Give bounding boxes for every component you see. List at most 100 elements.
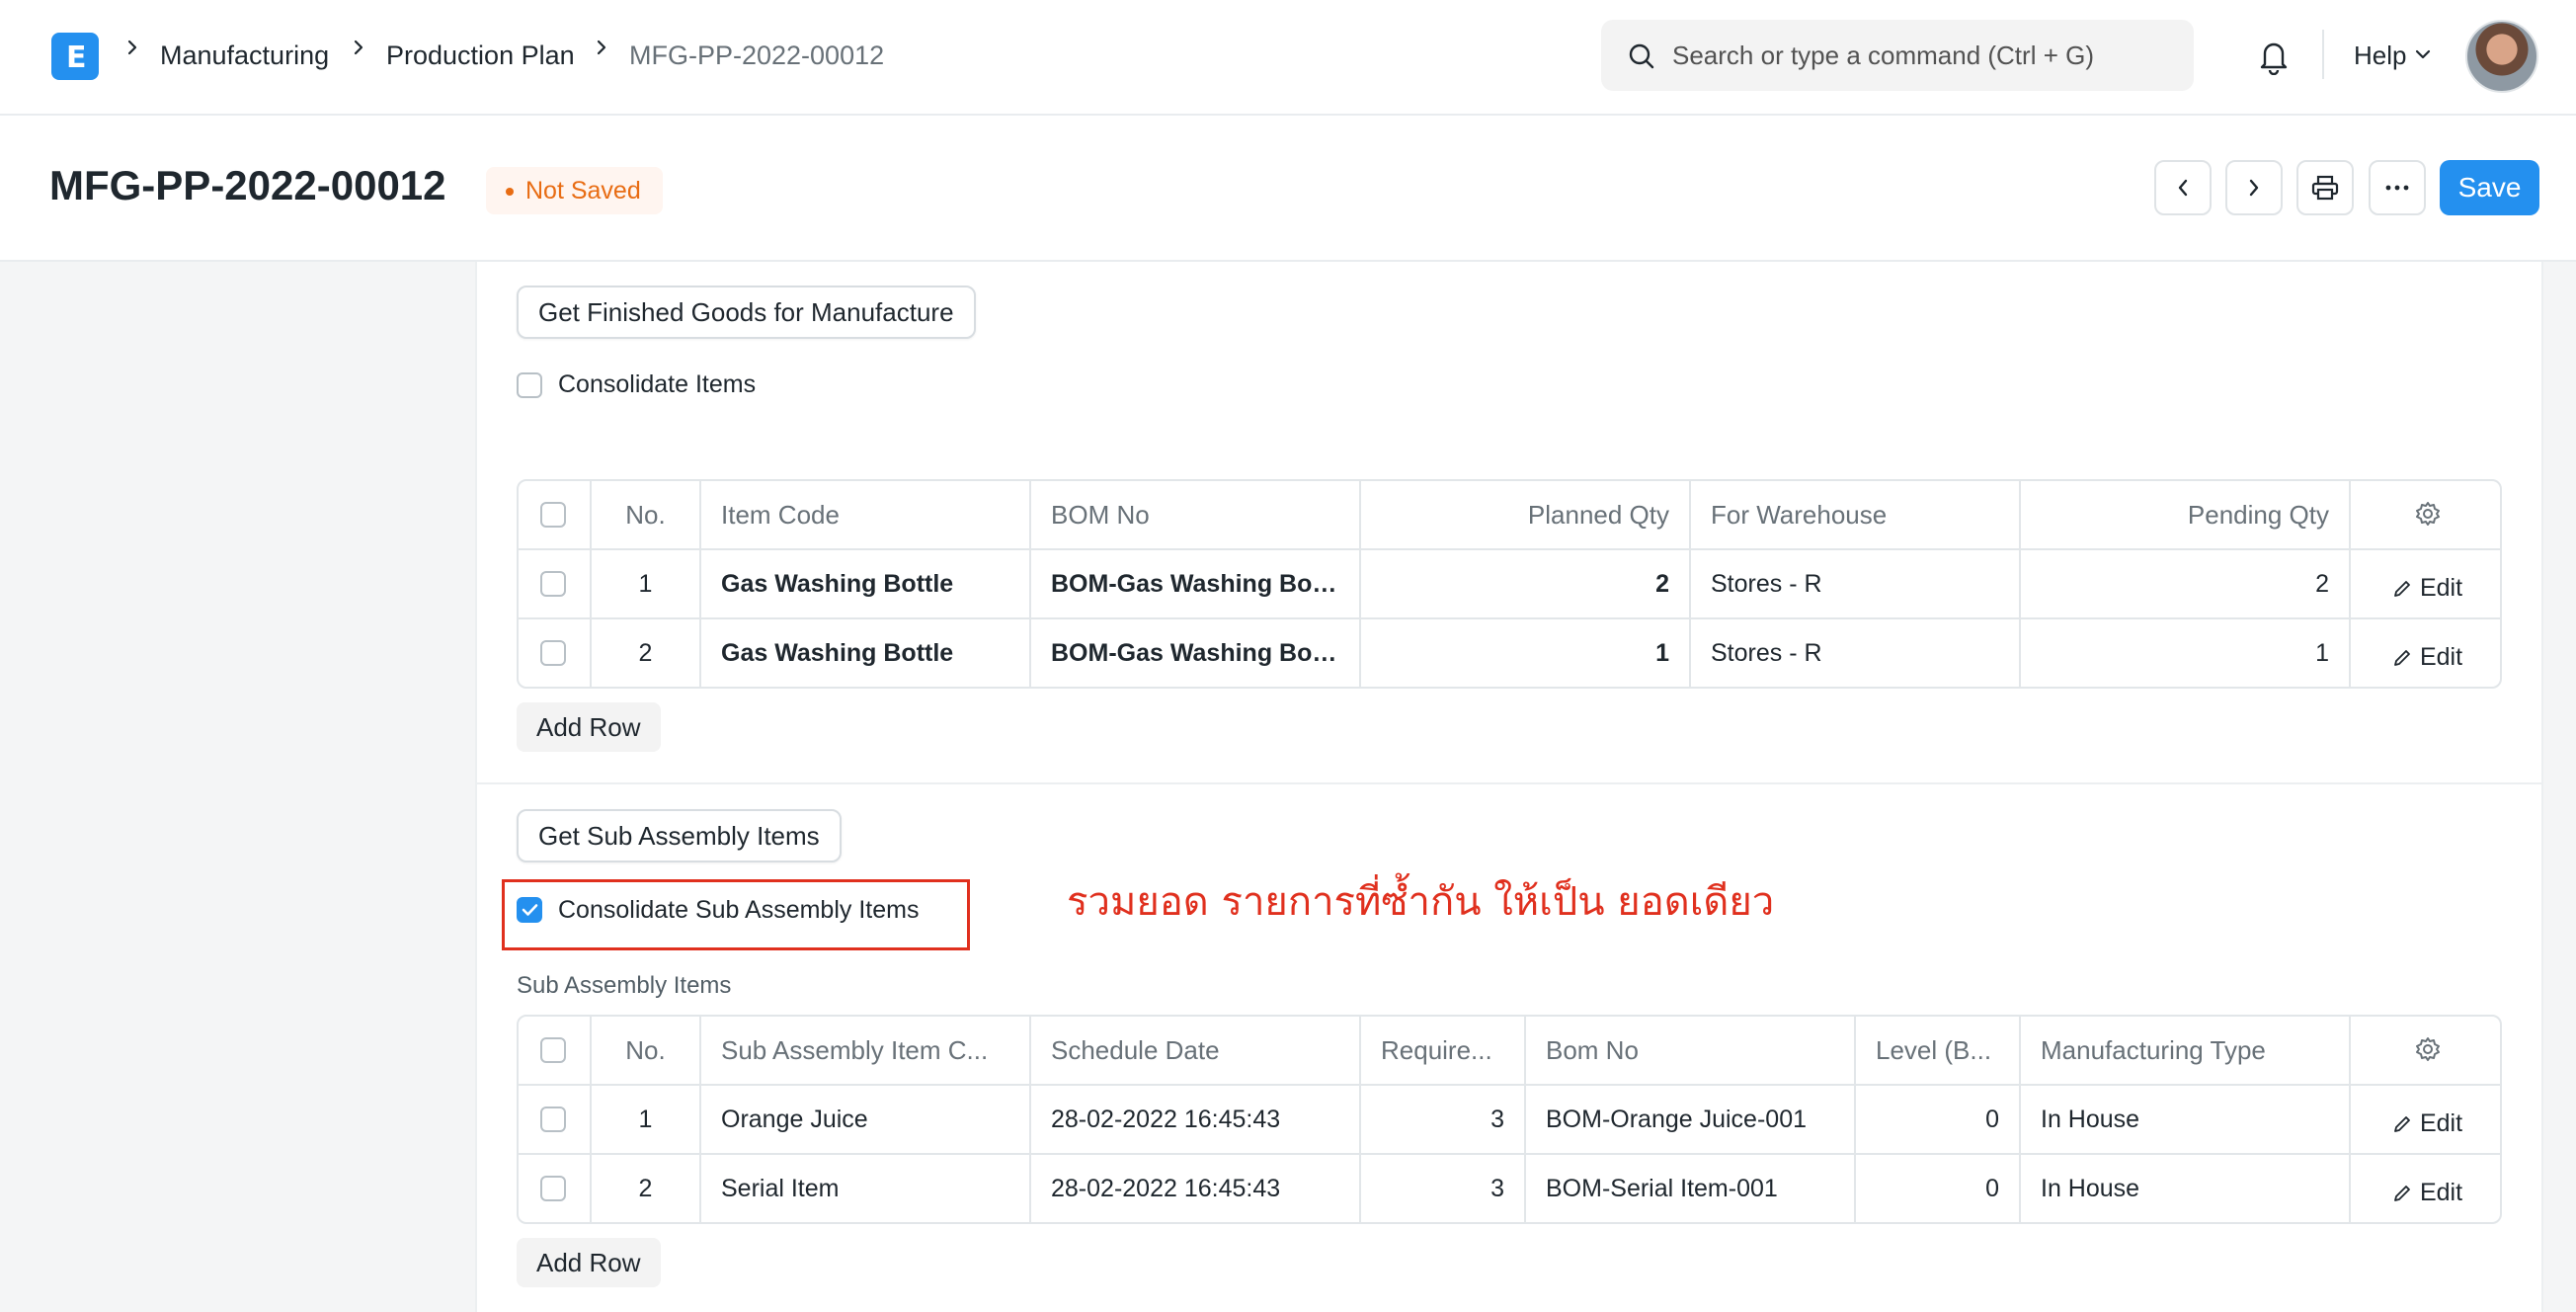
column-header: Schedule Date bbox=[1029, 1017, 1359, 1084]
more-actions-button[interactable] bbox=[2369, 160, 2426, 215]
form-card: Get Finished Goods for Manufacture Conso… bbox=[475, 262, 2543, 1312]
chevron-right-icon bbox=[352, 38, 365, 57]
table-row[interactable]: 2 Gas Washing Bottle BOM-Gas Washing Bot… bbox=[519, 617, 2500, 687]
row-number: 2 bbox=[590, 1155, 699, 1222]
nav-divider bbox=[2322, 30, 2324, 79]
sub-assembly-table: No. Sub Assembly Item C... Schedule Date… bbox=[517, 1015, 2502, 1224]
row-number: 2 bbox=[590, 619, 699, 687]
column-header: Require... bbox=[1359, 1017, 1524, 1084]
column-settings-button[interactable] bbox=[2349, 481, 2500, 548]
level-cell: 0 bbox=[1854, 1155, 2019, 1222]
edit-label: Edit bbox=[2419, 1109, 2463, 1137]
help-menu[interactable]: Help bbox=[2354, 38, 2406, 73]
consolidate-items-checkbox[interactable] bbox=[517, 372, 542, 398]
planned-qty-cell[interactable]: 2 bbox=[1359, 550, 1689, 617]
item-code-cell[interactable]: Gas Washing Bottle bbox=[699, 619, 1029, 687]
chevron-right-icon bbox=[595, 38, 608, 57]
select-all-checkbox[interactable] bbox=[540, 502, 566, 528]
bom-no-cell[interactable]: BOM-Gas Washing Bot... bbox=[1029, 619, 1359, 687]
app-logo[interactable]: E bbox=[51, 33, 99, 80]
warehouse-cell[interactable]: Stores - R bbox=[1689, 550, 2019, 617]
search-bar[interactable] bbox=[1601, 20, 2194, 91]
table-row[interactable]: 1 Gas Washing Bottle BOM-Gas Washing Bot… bbox=[519, 548, 2500, 617]
edit-row-button[interactable]: Edit bbox=[2349, 1086, 2500, 1153]
bom-no-cell[interactable]: BOM-Orange Juice-001 bbox=[1524, 1086, 1854, 1153]
page-title: MFG-PP-2022-00012 bbox=[49, 162, 446, 208]
edit-label: Edit bbox=[2419, 574, 2463, 602]
row-number: 1 bbox=[590, 1086, 699, 1153]
item-code-cell[interactable]: Gas Washing Bottle bbox=[699, 550, 1029, 617]
sub-assembly-item-cell[interactable]: Orange Juice bbox=[699, 1086, 1029, 1153]
get-finished-goods-button[interactable]: Get Finished Goods for Manufacture bbox=[517, 286, 976, 339]
gear-icon bbox=[2415, 502, 2440, 526]
sub-assembly-item-cell[interactable]: Serial Item bbox=[699, 1155, 1029, 1222]
navbar: E Manufacturing Production Plan MFG-PP-2… bbox=[0, 0, 2576, 116]
edit-label: Edit bbox=[2419, 643, 2463, 671]
edit-row-button[interactable]: Edit bbox=[2349, 550, 2500, 617]
consolidate-sub-assembly-label: Consolidate Sub Assembly Items bbox=[558, 896, 920, 924]
annotation-text: รวมยอด รายการที่ซ้ำกัน ให้เป็น ยอดเดียว bbox=[1067, 879, 1775, 925]
finished-goods-table: No. Item Code BOM No Planned Qty For War… bbox=[517, 479, 2502, 689]
page-header: MFG-PP-2022-00012 Not Saved Save bbox=[0, 116, 2576, 262]
column-header: BOM No bbox=[1029, 481, 1359, 548]
chevron-right-icon bbox=[125, 38, 139, 57]
column-header: No. bbox=[590, 1017, 699, 1084]
column-header: Sub Assembly Item C... bbox=[699, 1017, 1029, 1084]
bom-no-cell[interactable]: BOM-Serial Item-001 bbox=[1524, 1155, 1854, 1222]
chevron-right-icon bbox=[2249, 179, 2259, 197]
column-header: Level (B... bbox=[1854, 1017, 2019, 1084]
search-input[interactable] bbox=[1672, 36, 2166, 75]
table-row[interactable]: 1 Orange Juice 28-02-2022 16:45:43 3 BOM… bbox=[519, 1084, 2500, 1153]
consolidate-sub-assembly-checkbox[interactable] bbox=[517, 897, 542, 923]
column-header: Planned Qty bbox=[1359, 481, 1689, 548]
column-header: Bom No bbox=[1524, 1017, 1854, 1084]
row-checkbox[interactable] bbox=[540, 1176, 566, 1201]
section-divider bbox=[477, 782, 2541, 784]
schedule-date-cell[interactable]: 28-02-2022 16:45:43 bbox=[1029, 1155, 1359, 1222]
edit-row-button[interactable]: Edit bbox=[2349, 619, 2500, 687]
column-settings-button[interactable] bbox=[2349, 1017, 2500, 1084]
row-number: 1 bbox=[590, 550, 699, 617]
required-qty-cell[interactable]: 3 bbox=[1359, 1086, 1524, 1153]
table-header-row: No. Sub Assembly Item C... Schedule Date… bbox=[519, 1017, 2500, 1084]
select-all-checkbox[interactable] bbox=[540, 1037, 566, 1063]
planned-qty-cell[interactable]: 1 bbox=[1359, 619, 1689, 687]
edit-row-button[interactable]: Edit bbox=[2349, 1155, 2500, 1222]
gear-icon bbox=[2415, 1037, 2440, 1061]
table-row[interactable]: 2 Serial Item 28-02-2022 16:45:43 3 BOM-… bbox=[519, 1153, 2500, 1222]
breadcrumb-production-plan[interactable]: Production Plan bbox=[386, 38, 575, 73]
required-qty-cell[interactable]: 3 bbox=[1359, 1155, 1524, 1222]
manufacturing-type-cell[interactable]: In House bbox=[2019, 1086, 2349, 1153]
get-sub-assembly-items-button[interactable]: Get Sub Assembly Items bbox=[517, 809, 842, 862]
row-checkbox[interactable] bbox=[540, 571, 566, 597]
column-header: For Warehouse bbox=[1689, 481, 2019, 548]
next-document-button[interactable] bbox=[2225, 160, 2283, 215]
consolidate-items-label: Consolidate Items bbox=[558, 370, 757, 398]
edit-label: Edit bbox=[2419, 1179, 2463, 1206]
add-row-button[interactable]: Add Row bbox=[517, 702, 661, 752]
row-checkbox[interactable] bbox=[540, 1107, 566, 1132]
add-row-button[interactable]: Add Row bbox=[517, 1238, 661, 1287]
printer-icon bbox=[2311, 175, 2339, 201]
level-cell: 0 bbox=[1854, 1086, 2019, 1153]
prev-document-button[interactable] bbox=[2154, 160, 2212, 215]
chevron-down-icon[interactable] bbox=[2414, 47, 2432, 61]
schedule-date-cell[interactable]: 28-02-2022 16:45:43 bbox=[1029, 1086, 1359, 1153]
warehouse-cell[interactable]: Stores - R bbox=[1689, 619, 2019, 687]
pencil-icon bbox=[2394, 581, 2410, 597]
pencil-icon bbox=[2394, 650, 2410, 666]
status-badge: Not Saved bbox=[486, 167, 663, 214]
print-button[interactable] bbox=[2296, 160, 2354, 215]
column-header: Manufacturing Type bbox=[2019, 1017, 2349, 1084]
row-checkbox[interactable] bbox=[540, 640, 566, 666]
breadcrumb-manufacturing[interactable]: Manufacturing bbox=[160, 38, 329, 73]
pencil-icon bbox=[2394, 1186, 2410, 1201]
notification-bell-icon[interactable] bbox=[2256, 38, 2292, 75]
sub-assembly-section-label: Sub Assembly Items bbox=[517, 972, 732, 999]
user-avatar[interactable] bbox=[2465, 20, 2538, 93]
bom-no-cell[interactable]: BOM-Gas Washing Bot... bbox=[1029, 550, 1359, 617]
manufacturing-type-cell[interactable]: In House bbox=[2019, 1155, 2349, 1222]
search-icon bbox=[1629, 43, 1654, 69]
pencil-icon bbox=[2394, 1116, 2410, 1132]
save-button[interactable]: Save bbox=[2440, 160, 2539, 215]
